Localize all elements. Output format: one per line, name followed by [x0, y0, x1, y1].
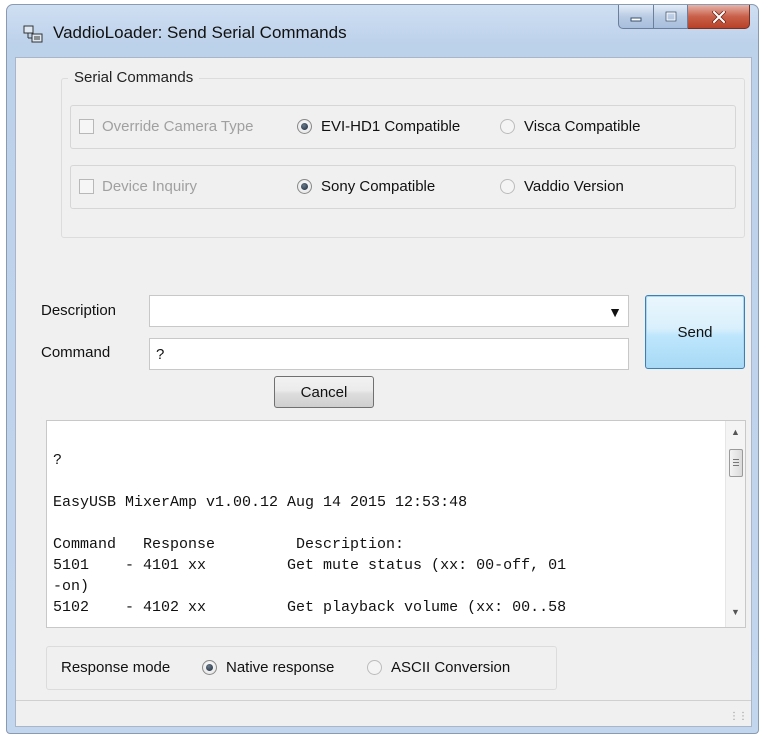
dropdown-arrow-icon[interactable]: ▼ [608, 304, 622, 320]
vaddio-version-label: Vaddio Version [524, 178, 624, 195]
response-output[interactable]: ? EasyUSB MixerAmp v1.00.12 Aug 14 2015 … [46, 420, 746, 628]
response-output-text: ? EasyUSB MixerAmp v1.00.12 Aug 14 2015 … [53, 429, 717, 618]
sony-radio-dot [297, 179, 312, 194]
visca-compatible-radio[interactable]: Visca Compatible [500, 118, 640, 135]
close-button[interactable] [688, 5, 750, 29]
maximize-icon [665, 11, 676, 22]
override-camera-type-box [79, 119, 94, 134]
app-window: VaddioLoader: Send Serial Commands Seria… [6, 4, 759, 734]
ascii-conversion-label: ASCII Conversion [391, 659, 511, 676]
output-vertical-scrollbar[interactable]: ▲ ▼ [725, 421, 745, 627]
send-button[interactable]: Send [645, 295, 745, 369]
minimize-icon [630, 17, 642, 21]
close-icon [711, 10, 726, 23]
output-line: 5102 - 4102 xx Get playback volume (xx: … [53, 599, 567, 616]
vaddio-radio-dot [500, 179, 515, 194]
evi-hd1-compatible-radio[interactable]: EVI-HD1 Compatible [297, 118, 460, 135]
description-combobox[interactable]: ▼ [149, 295, 629, 327]
description-label: Description [41, 302, 117, 319]
maximize-button[interactable] [654, 5, 688, 29]
ascii-conversion-radio-dot [367, 660, 382, 675]
scroll-thumb[interactable] [729, 449, 743, 477]
evi-hd1-compatible-label: EVI-HD1 Compatible [321, 118, 461, 135]
camera-type-row: Override Camera Type EVI-HD1 Compatible … [70, 105, 736, 149]
ascii-conversion-radio[interactable]: ASCII Conversion [367, 659, 510, 676]
sony-compatible-radio[interactable]: Sony Compatible [297, 178, 435, 195]
thumb-grip-line [733, 462, 739, 463]
scroll-up-arrow-icon[interactable]: ▲ [731, 427, 740, 437]
serial-commands-group-title: Serial Commands [68, 69, 200, 86]
command-input[interactable]: ? [149, 338, 629, 370]
native-response-label: Native response [226, 659, 335, 676]
thumb-grip-line [733, 465, 739, 466]
caption-buttons [618, 5, 750, 29]
status-bar: ⋮⋮ [16, 700, 751, 726]
cancel-button[interactable]: Cancel [274, 376, 374, 408]
client-area: Serial Commands Override Camera Type EVI… [15, 57, 752, 727]
override-camera-type-checkbox[interactable]: Override Camera Type [79, 118, 253, 135]
device-inquiry-checkbox[interactable]: Device Inquiry [79, 178, 197, 195]
minimize-button[interactable] [618, 5, 654, 29]
serial-commands-group: Serial Commands Override Camera Type EVI… [61, 69, 745, 238]
title-bar[interactable]: VaddioLoader: Send Serial Commands [7, 5, 758, 57]
device-inquiry-label: Device Inquiry [102, 178, 198, 195]
output-line: 5101 - 4101 xx Get mute status (xx: 00-o… [53, 557, 567, 574]
scroll-down-arrow-icon[interactable]: ▼ [731, 607, 740, 617]
thumb-grip-line [733, 459, 739, 460]
output-line: ? [53, 452, 63, 469]
response-mode-label-text: Response mode [61, 659, 171, 676]
visca-compatible-label: Visca Compatible [524, 118, 641, 135]
app-icon [23, 25, 43, 43]
visca-radio-dot [500, 119, 515, 134]
native-response-radio-dot [202, 660, 217, 675]
evi-hd1-radio-dot [297, 119, 312, 134]
command-label: Command [41, 344, 111, 361]
resize-grip-icon[interactable]: ⋮⋮ [729, 711, 748, 722]
device-inquiry-box [79, 179, 94, 194]
response-mode-label: Response mode [61, 659, 170, 676]
window-title: VaddioLoader: Send Serial Commands [53, 23, 347, 42]
output-line: EasyUSB MixerAmp v1.00.12 Aug 14 2015 12… [53, 494, 468, 511]
output-line: Command Response Description: [53, 536, 405, 553]
device-inquiry-row: Device Inquiry Sony Compatible Vaddio Ve… [70, 165, 736, 209]
response-mode-panel: Response mode Native response ASCII Conv… [46, 646, 557, 690]
vaddio-version-radio[interactable]: Vaddio Version [500, 178, 624, 195]
sony-compatible-label: Sony Compatible [321, 178, 436, 195]
override-camera-type-label: Override Camera Type [102, 118, 254, 135]
native-response-radio[interactable]: Native response [202, 659, 334, 676]
output-line: -on) [53, 578, 90, 595]
